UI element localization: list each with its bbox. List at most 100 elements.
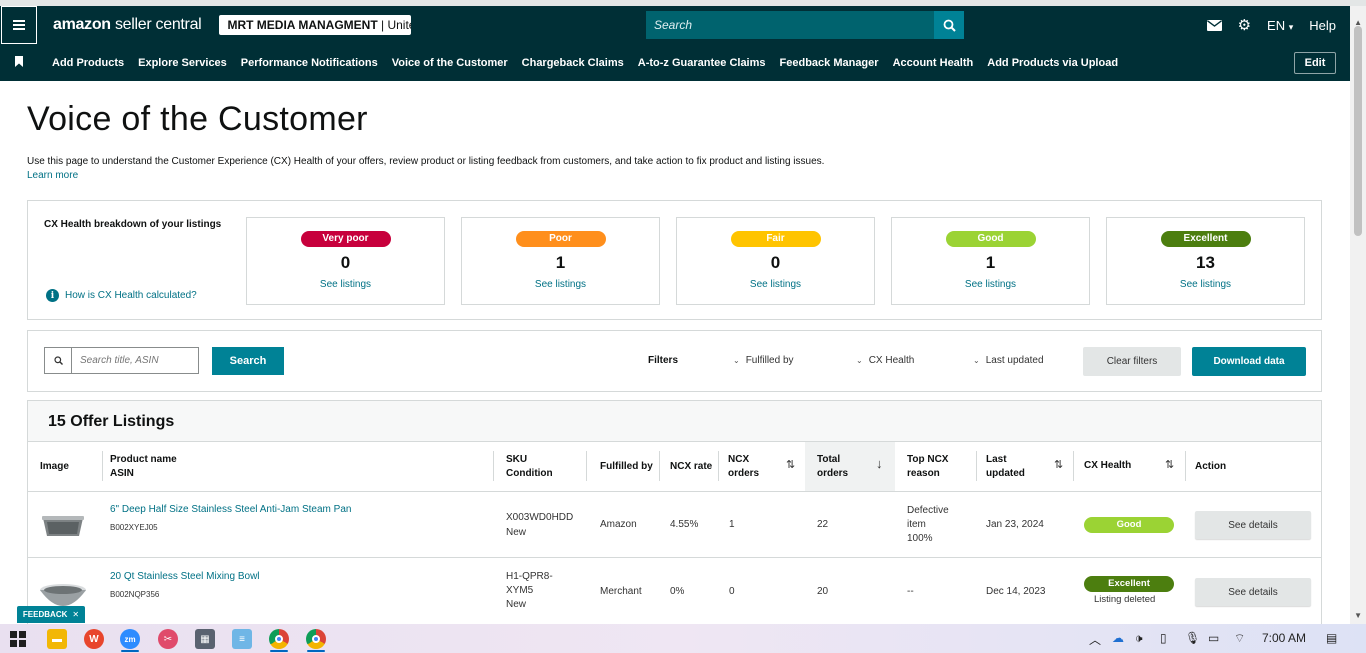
sku: H1-QPR8- XYM5 New (506, 571, 553, 610)
column-header-action: Action (1195, 461, 1227, 472)
download-data-button[interactable]: Download data (1192, 347, 1306, 376)
store-selector[interactable]: MRT MEDIA MANAGMENT | Unite... (219, 15, 412, 35)
sort-icon[interactable]: ⇅ (786, 458, 795, 471)
total-orders: 22 (817, 519, 829, 530)
bookmark-icon[interactable] (0, 55, 38, 70)
seller-central-logo[interactable]: amazon seller central (53, 16, 202, 34)
filters-label: Filters (648, 355, 679, 366)
column-separator (659, 451, 660, 481)
health-calculation-link[interactable]: i How is CX Health calculated? (46, 289, 197, 302)
notifications-icon[interactable]: ▤ (1326, 631, 1337, 645)
taskbar-clock[interactable]: 7:00 AM (1262, 631, 1306, 645)
onedrive-cloud-icon[interactable]: ☁ (1112, 631, 1124, 645)
info-icon: i (46, 289, 59, 302)
zoom-icon[interactable]: zm (120, 629, 140, 649)
health-card-fair: Fair 0 See listings (676, 217, 875, 305)
file-explorer-icon[interactable]: ▬ (47, 629, 67, 649)
see-listings-link[interactable]: See listings (1107, 279, 1304, 290)
column-header-total-orders[interactable]: Total orders (817, 453, 848, 481)
speaker-icon[interactable]: 🕩 (1135, 631, 1143, 646)
chevron-down-icon: ⌄ (856, 356, 863, 365)
last-updated: Jan 23, 2024 (986, 519, 1044, 530)
windows-start-icon[interactable] (10, 631, 26, 647)
product-name-link[interactable]: 6" Deep Half Size Stainless Steel Anti-J… (110, 503, 351, 517)
nav-add-products-upload[interactable]: Add Products via Upload (987, 57, 1118, 69)
caret-down-icon: ▾ (1288, 21, 1294, 32)
column-separator (1185, 451, 1186, 481)
page-description: Use this page to understand the Customer… (27, 156, 825, 167)
sku: X003WD0HDD (506, 512, 574, 523)
sort-descending-icon[interactable]: ↓ (876, 456, 883, 471)
wps-office-icon[interactable]: W (84, 629, 104, 649)
offer-listings-table: 15 Offer Listings Image Product name ASIN… (27, 400, 1322, 640)
nav-add-products[interactable]: Add Products (52, 57, 124, 69)
see-listings-link[interactable]: See listings (677, 279, 874, 290)
close-icon[interactable]: ✕ (72, 610, 79, 619)
health-count: 1 (985, 253, 996, 272)
language-selector[interactable]: EN ▾ (1267, 18, 1293, 33)
snipping-tool-icon[interactable]: ✂ (158, 629, 178, 649)
total-orders: 20 (817, 586, 829, 597)
global-search-input[interactable]: Search (646, 11, 934, 39)
battery-icon[interactable]: ▭ (1208, 631, 1219, 645)
see-details-button[interactable]: See details (1195, 578, 1311, 606)
listing-search-button[interactable]: Search (212, 347, 284, 375)
table-row: 6" Deep Half Size Stainless Steel Anti-J… (28, 491, 1321, 557)
listing-status-note: Listing deleted (1094, 594, 1156, 605)
see-listings-link[interactable]: See listings (247, 279, 444, 290)
mixing-bowl-image (40, 584, 86, 606)
see-listings-link[interactable]: See listings (462, 279, 659, 290)
column-header-last-updated[interactable]: Last updated (986, 453, 1025, 481)
mail-icon[interactable] (1206, 19, 1222, 31)
chrome-icon[interactable] (269, 629, 289, 649)
learn-more-link[interactable]: Learn more (27, 170, 78, 181)
clear-filters-button[interactable]: Clear filters (1083, 347, 1181, 376)
chevron-up-icon[interactable]: ︿ (1089, 631, 1101, 648)
edit-nav-button[interactable]: Edit (1294, 52, 1336, 74)
nav-feedback-manager[interactable]: Feedback Manager (780, 57, 879, 69)
sort-icon[interactable]: ⇅ (1054, 458, 1063, 471)
health-card-excellent: Excellent 13 See listings (1106, 217, 1305, 305)
scroll-down-arrow-icon[interactable]: ▼ (1354, 611, 1362, 620)
help-link[interactable]: Help (1309, 18, 1336, 33)
last-updated-dropdown[interactable]: ⌄ Last updated (973, 355, 1044, 366)
listing-search-input[interactable]: Search title, ASIN (44, 347, 199, 374)
phone-link-icon[interactable]: ▯ (1160, 631, 1167, 645)
column-header-ncx-orders[interactable]: NCX orders (728, 453, 759, 481)
scroll-thumb[interactable] (1354, 26, 1362, 236)
wifi-icon[interactable]: ⌔ (1234, 631, 1245, 646)
chrome-profile-icon[interactable] (306, 629, 326, 649)
sort-icon[interactable]: ⇅ (1165, 458, 1174, 471)
gear-icon[interactable]: ⚙ (1238, 16, 1251, 34)
nav-account-health[interactable]: Account Health (893, 57, 974, 69)
search-button[interactable] (934, 11, 964, 39)
cx-health-dropdown[interactable]: ⌄ CX Health (856, 355, 914, 366)
nav-performance-notifications[interactable]: Performance Notifications (241, 57, 378, 69)
fulfilled-by: Merchant (600, 586, 642, 597)
nav-a-to-z-claims[interactable]: A-to-z Guarantee Claims (638, 57, 766, 69)
column-header-product: Product name ASIN (110, 454, 177, 479)
product-name-link[interactable]: 20 Qt Stainless Steel Mixing Bowl (110, 570, 260, 584)
ncx-rate: 0% (670, 586, 685, 597)
feedback-tab[interactable]: FEEDBACK ✕ (17, 606, 85, 623)
fulfilled-by: Amazon (600, 519, 637, 530)
column-header-cx-health[interactable]: CX Health (1084, 459, 1131, 473)
nav-chargeback-claims[interactable]: Chargeback Claims (522, 57, 624, 69)
menu-icon[interactable] (1, 6, 37, 44)
ncx-orders: 0 (729, 586, 735, 597)
calculator-icon[interactable]: ▦ (195, 629, 215, 649)
health-pill-poor: Poor (515, 231, 606, 247)
fulfilled-by-dropdown[interactable]: ⌄ Fulfilled by (733, 355, 794, 366)
notepad-icon[interactable]: ≡ (232, 629, 252, 649)
top-header: amazon seller central MRT MEDIA MANAGMEN… (0, 6, 1350, 44)
see-listings-link[interactable]: See listings (892, 279, 1089, 290)
see-details-button[interactable]: See details (1195, 511, 1311, 539)
nav-explore-services[interactable]: Explore Services (138, 57, 227, 69)
microphone-icon[interactable]: 🎙 (1185, 631, 1200, 645)
page-scrollbar[interactable]: ▲ ▼ (1350, 6, 1366, 624)
condition: New (506, 527, 527, 538)
steam-pan-image (42, 516, 84, 536)
nav-voice-of-the-customer[interactable]: Voice of the Customer (392, 57, 508, 69)
ncx-orders: 1 (729, 519, 735, 530)
windows-taskbar: ▬ W zm ✂ ▦ ≡ ︿ ☁ 🕩 ▯ 🎙 ▭ ⌔ 7:00 AM ▤ (0, 624, 1366, 653)
